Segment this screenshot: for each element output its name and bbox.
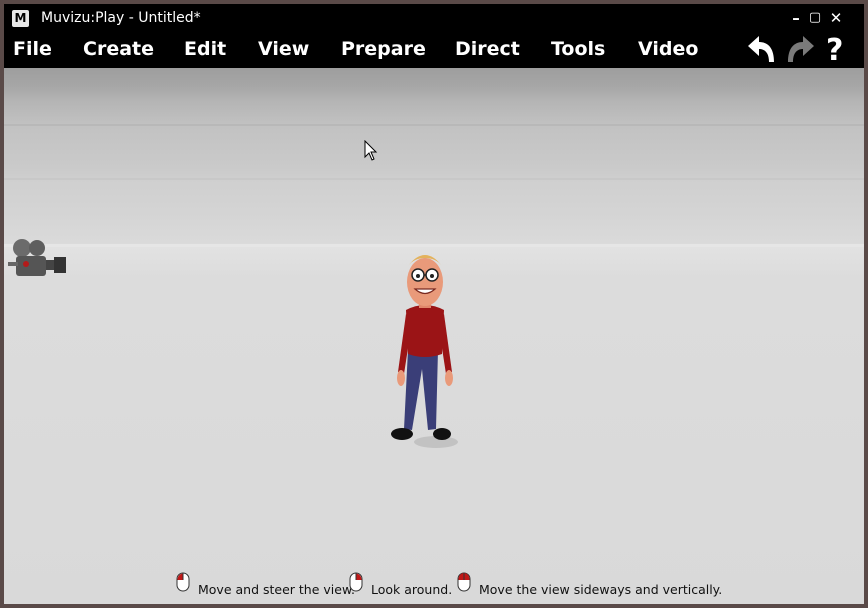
menu-view[interactable]: View xyxy=(258,38,309,60)
navigation-hints: Move and steer the view. Look around. Mo… xyxy=(4,568,864,598)
app-logo-icon: M xyxy=(12,10,29,27)
minimize-button[interactable]: – xyxy=(786,8,806,28)
mouse-both-buttons-icon xyxy=(457,572,471,592)
stage-band-line xyxy=(4,178,864,180)
redo-button[interactable] xyxy=(782,32,818,68)
menu-direct[interactable]: Direct xyxy=(455,38,520,60)
menu-tools[interactable]: Tools xyxy=(551,38,605,60)
mouse-cursor-icon xyxy=(364,140,378,161)
hint-move-steer: Move and steer the view. xyxy=(198,582,355,597)
mouse-right-button-icon xyxy=(349,572,363,592)
film-camera-icon[interactable] xyxy=(6,236,70,282)
menu-edit[interactable]: Edit xyxy=(184,38,226,60)
hint-pan-view: Move the view sideways and vertically. xyxy=(479,582,723,597)
help-button[interactable]: ? xyxy=(826,33,843,68)
maximize-button[interactable]: ▢ xyxy=(805,8,825,28)
menu-video[interactable]: Video xyxy=(638,38,698,60)
scene-viewport[interactable]: Move and steer the view. Look around. Mo… xyxy=(4,68,864,604)
stage-band-line xyxy=(4,124,864,126)
menu-prepare[interactable]: Prepare xyxy=(341,38,426,60)
character-figure[interactable] xyxy=(386,244,466,456)
menu-file[interactable]: File xyxy=(13,38,52,60)
close-button[interactable]: ✕ xyxy=(826,8,846,28)
hint-look-around: Look around. xyxy=(371,582,453,597)
app-window: M Muvizu:Play - Untitled* – ▢ ✕ File Cre… xyxy=(4,4,864,604)
menu-bar: File Create Edit View Prepare Direct Too… xyxy=(4,32,864,68)
mouse-left-button-icon xyxy=(176,572,190,592)
menu-create[interactable]: Create xyxy=(83,38,154,60)
title-bar[interactable]: M Muvizu:Play - Untitled* – ▢ ✕ xyxy=(4,4,864,32)
window-title: Muvizu:Play - Untitled* xyxy=(41,10,201,26)
undo-button[interactable] xyxy=(744,32,780,68)
